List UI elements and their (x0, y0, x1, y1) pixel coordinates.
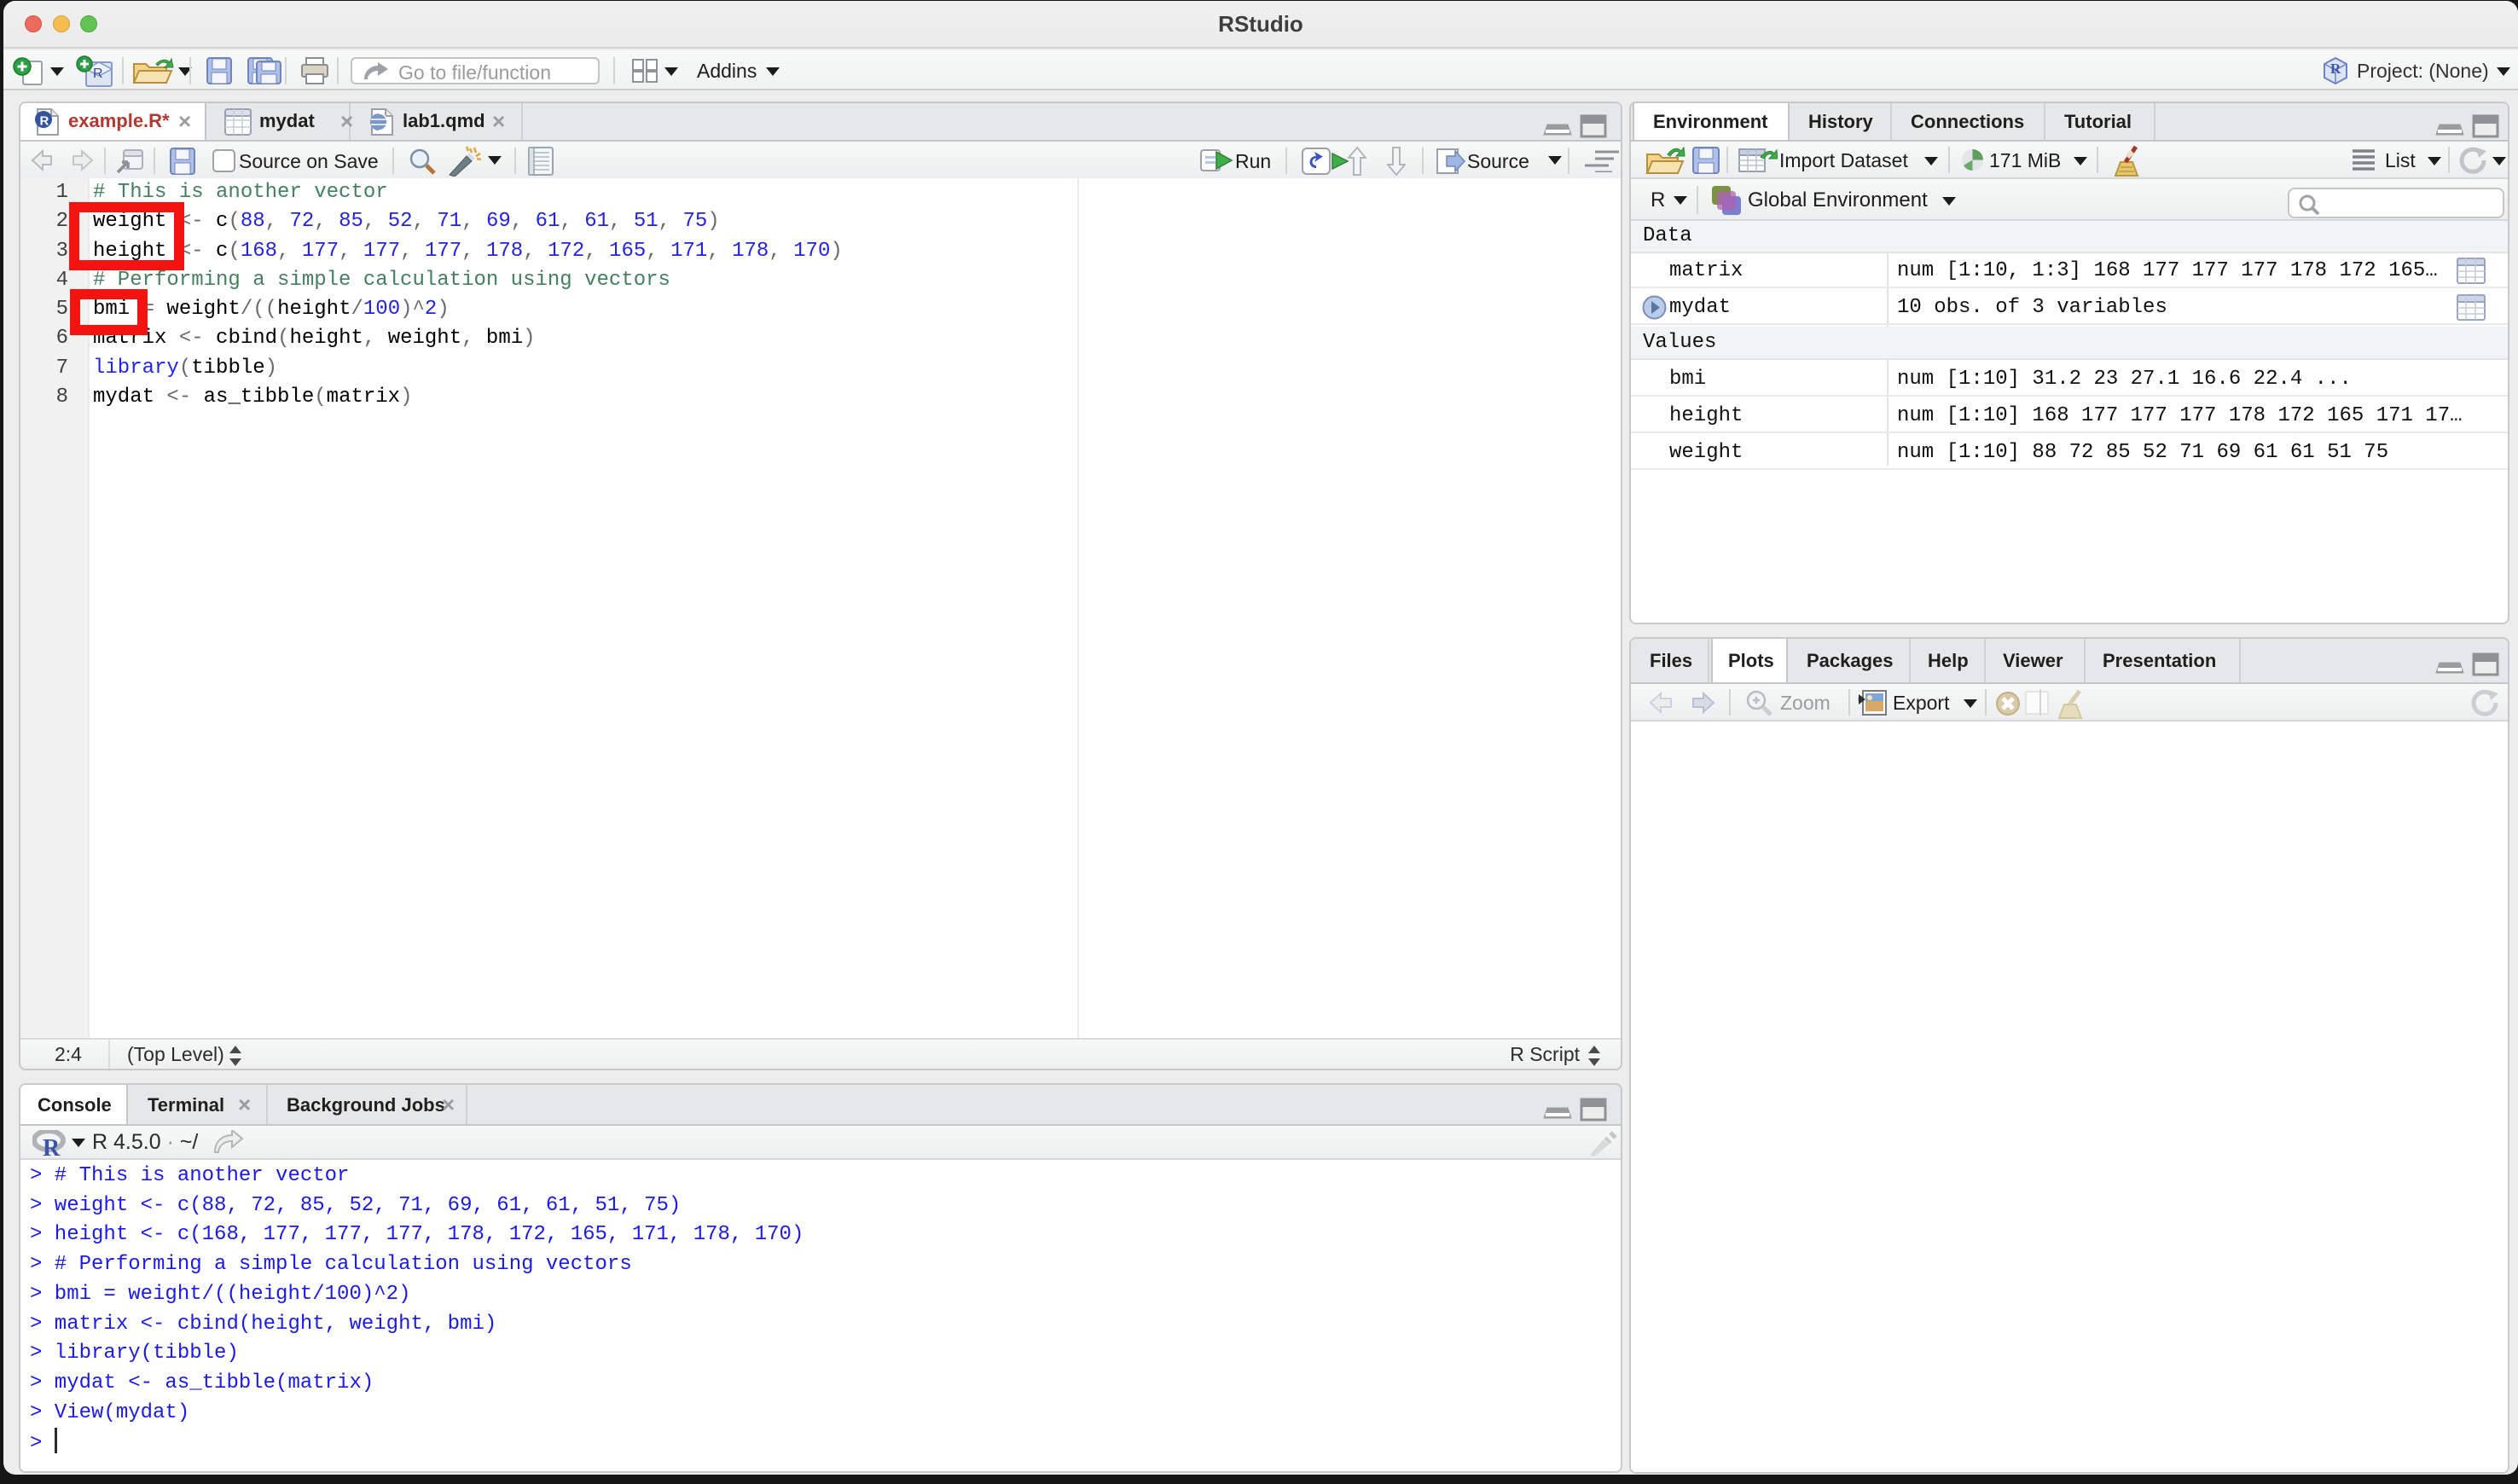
svg-text:R: R (2330, 61, 2341, 77)
svg-text:R: R (40, 114, 49, 129)
svg-text:R: R (93, 67, 103, 81)
svg-text:R: R (43, 1135, 61, 1159)
